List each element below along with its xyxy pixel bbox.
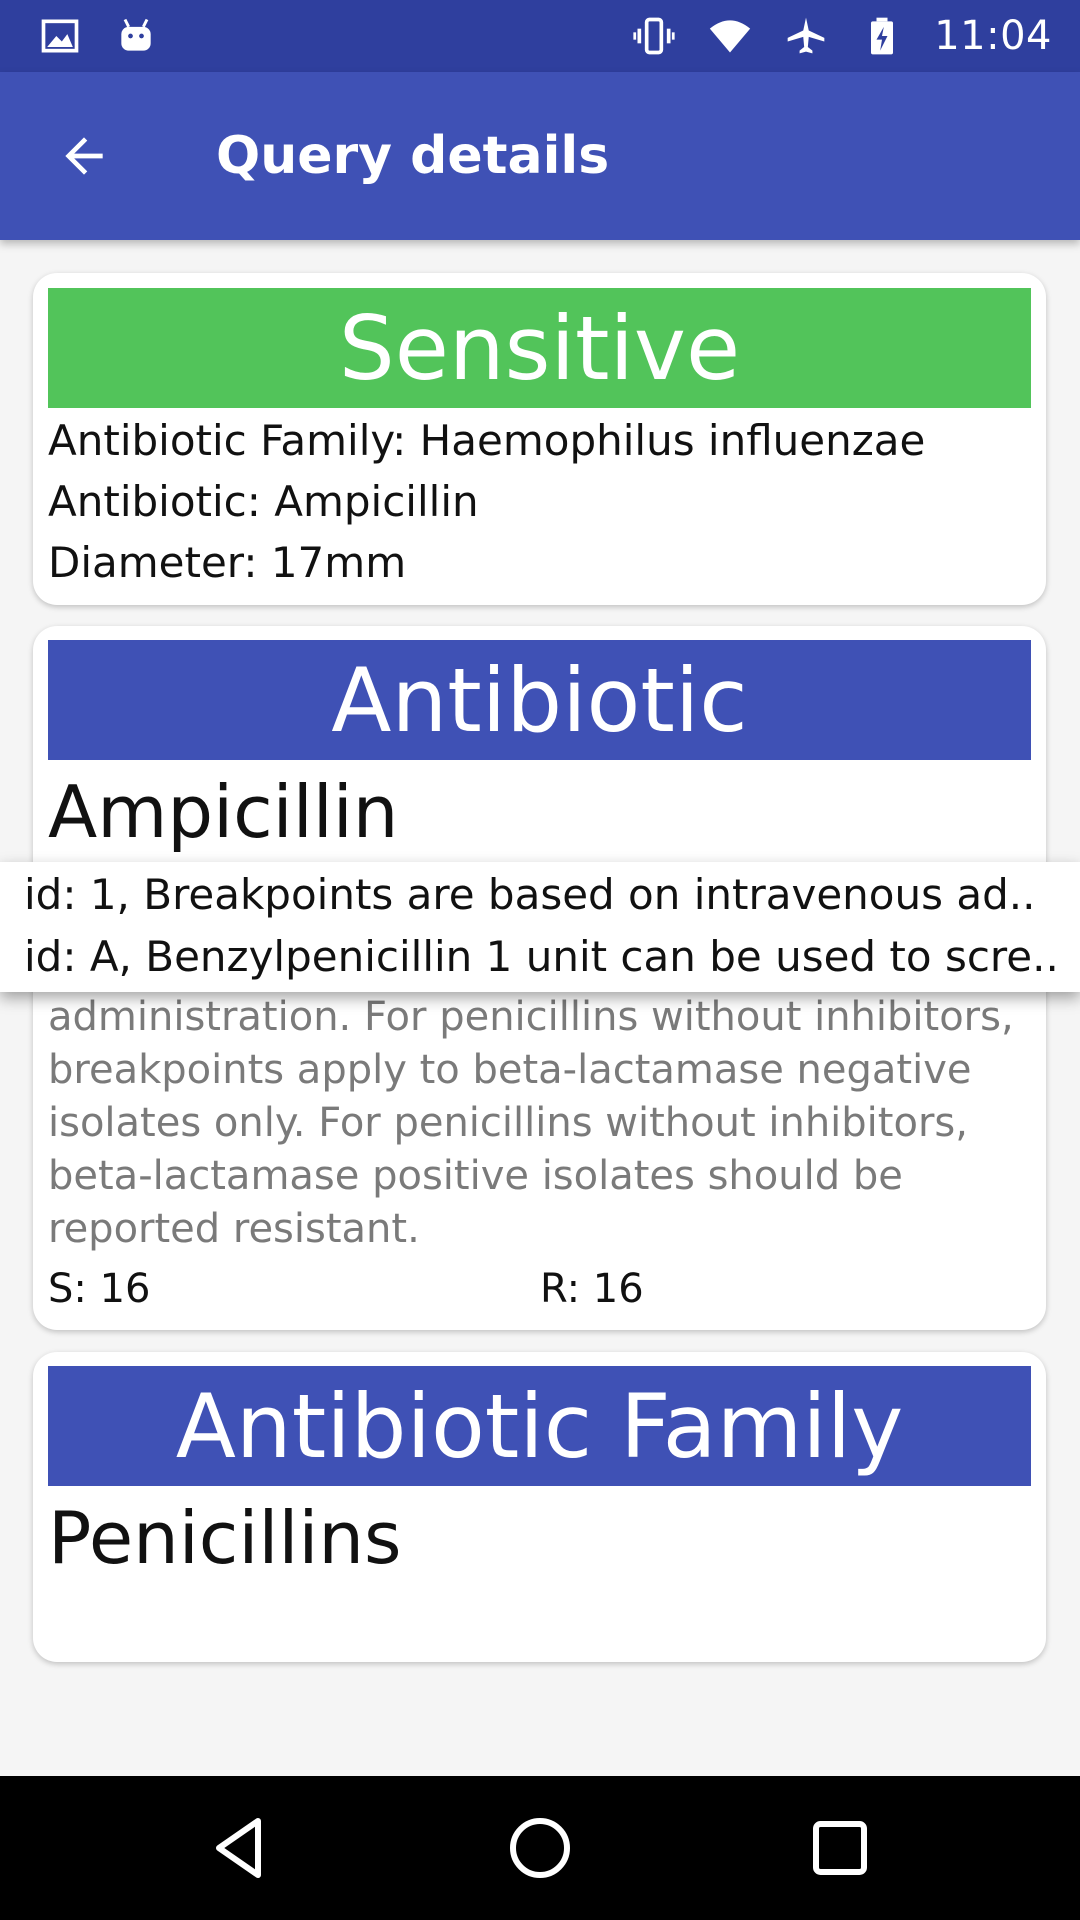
dropdown-item[interactable]: id: A, Benzylpenicillin 1 unit can be us… bbox=[24, 932, 1059, 981]
arrow-back-icon bbox=[65, 137, 103, 175]
app-bar: Query details bbox=[0, 72, 1080, 240]
antibiotic-line: Antibiotic: Ampicillin bbox=[48, 477, 479, 526]
status-left bbox=[36, 12, 160, 60]
s-value: S: 16 bbox=[48, 1266, 151, 1312]
dropdown-item[interactable]: id: 1, Breakpoints are based on intraven… bbox=[24, 870, 1035, 919]
back-triangle-icon bbox=[216, 1818, 261, 1878]
image-icon bbox=[36, 12, 84, 60]
status-right: 11:04 bbox=[630, 12, 1052, 60]
nav-back-button[interactable] bbox=[180, 1788, 300, 1908]
status-bar: 11:04 bbox=[0, 0, 1080, 72]
antibiotic-name: Ampicillin bbox=[48, 770, 399, 854]
page-title: Query details bbox=[216, 126, 610, 186]
diameter-line: Diameter: 17mm bbox=[48, 538, 407, 587]
family-card: Antibiotic Family Penicillins bbox=[33, 1352, 1046, 1662]
family-name: Penicillins bbox=[48, 1496, 402, 1580]
battery-charging-icon bbox=[858, 12, 906, 60]
wifi-icon bbox=[706, 12, 754, 60]
android-icon bbox=[112, 12, 160, 60]
vibrate-icon bbox=[630, 12, 678, 60]
result-card: Sensitive Antibiotic Family: Haemophilus… bbox=[33, 273, 1046, 605]
antibiotic-notes: administration. For penicillins without … bbox=[48, 994, 1014, 1252]
status-time: 11:04 bbox=[934, 13, 1052, 59]
family-line: Antibiotic Family: Haemophilus influenza… bbox=[48, 416, 926, 465]
status-badge: Sensitive bbox=[48, 288, 1031, 408]
antibiotic-header: Antibiotic bbox=[48, 640, 1031, 760]
back-button[interactable] bbox=[28, 100, 140, 212]
home-circle-icon bbox=[510, 1818, 570, 1878]
notes-dropdown: id: 1, Breakpoints are based on intraven… bbox=[0, 862, 1080, 992]
airplane-icon bbox=[782, 12, 830, 60]
nav-home-button[interactable] bbox=[480, 1788, 600, 1908]
navigation-bar bbox=[0, 1776, 1080, 1920]
recents-square-icon bbox=[813, 1821, 867, 1875]
nav-recents-button[interactable] bbox=[780, 1788, 900, 1908]
r-value: R: 16 bbox=[540, 1266, 644, 1312]
family-header: Antibiotic Family bbox=[48, 1366, 1031, 1486]
